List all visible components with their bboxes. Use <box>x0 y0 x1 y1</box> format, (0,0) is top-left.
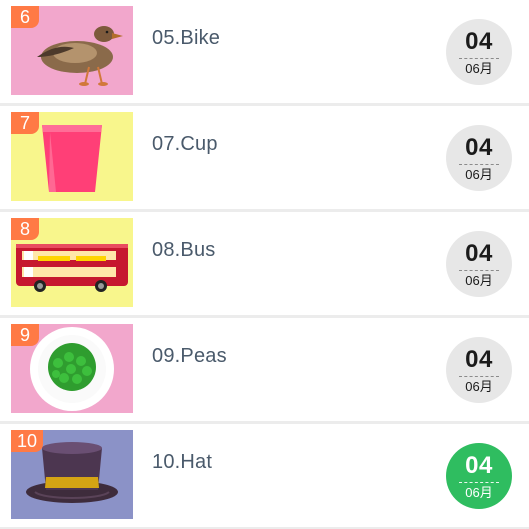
lesson-number-badge: 7 <box>11 112 39 134</box>
lesson-number-badge: 10 <box>11 430 44 452</box>
date-badge-active: 04 06月 <box>446 443 512 509</box>
date-badge: 04 06月 <box>446 19 512 85</box>
lesson-title: 07.Cup <box>152 133 218 155</box>
lesson-thumbnail: 8 <box>11 218 133 307</box>
lesson-title: 08.Bus <box>152 239 216 261</box>
lesson-title: 10.Hat <box>152 451 213 473</box>
date-badge: 04 06月 <box>446 337 512 403</box>
lesson-title: 05.Bike <box>152 27 221 49</box>
date-month: 06月 <box>465 61 493 76</box>
lesson-list: 6 05.Bike 04 06月 7 07.Cup 04 06月 8 08.Bu… <box>0 0 529 529</box>
date-day: 04 <box>465 452 493 479</box>
date-month: 06月 <box>465 379 493 394</box>
lesson-thumbnail: 7 <box>11 112 133 201</box>
list-item[interactable]: 8 08.Bus 04 06月 <box>0 212 529 315</box>
lesson-thumbnail: 9 <box>11 324 133 413</box>
lesson-thumbnail: 10 <box>11 430 133 519</box>
lesson-title: 09.Peas <box>152 345 227 367</box>
lesson-thumbnail: 6 <box>11 6 133 95</box>
date-separator <box>459 482 499 483</box>
date-badge: 04 06月 <box>446 125 512 191</box>
date-day: 04 <box>465 240 493 267</box>
list-item[interactable]: 9 09.Peas 04 06月 <box>0 318 529 421</box>
lesson-list-screen: 6 05.Bike 04 06月 7 07.Cup 04 06月 8 08.Bu… <box>0 0 529 529</box>
list-item[interactable]: 7 07.Cup 04 06月 <box>0 106 529 209</box>
date-badge: 04 06月 <box>446 231 512 297</box>
date-day: 04 <box>465 28 493 55</box>
date-month: 06月 <box>465 273 493 288</box>
lesson-number-badge: 9 <box>11 324 39 346</box>
list-item[interactable]: 10 10.Hat 04 06月 <box>0 424 529 527</box>
lesson-number-badge: 8 <box>11 218 39 240</box>
date-separator <box>459 376 499 377</box>
list-item[interactable]: 6 05.Bike 04 06月 <box>0 0 529 103</box>
date-separator <box>459 270 499 271</box>
date-month: 06月 <box>465 485 493 500</box>
date-month: 06月 <box>465 167 493 182</box>
date-separator <box>459 58 499 59</box>
date-day: 04 <box>465 134 493 161</box>
lesson-number-badge: 6 <box>11 6 39 28</box>
date-separator <box>459 164 499 165</box>
date-day: 04 <box>465 346 493 373</box>
